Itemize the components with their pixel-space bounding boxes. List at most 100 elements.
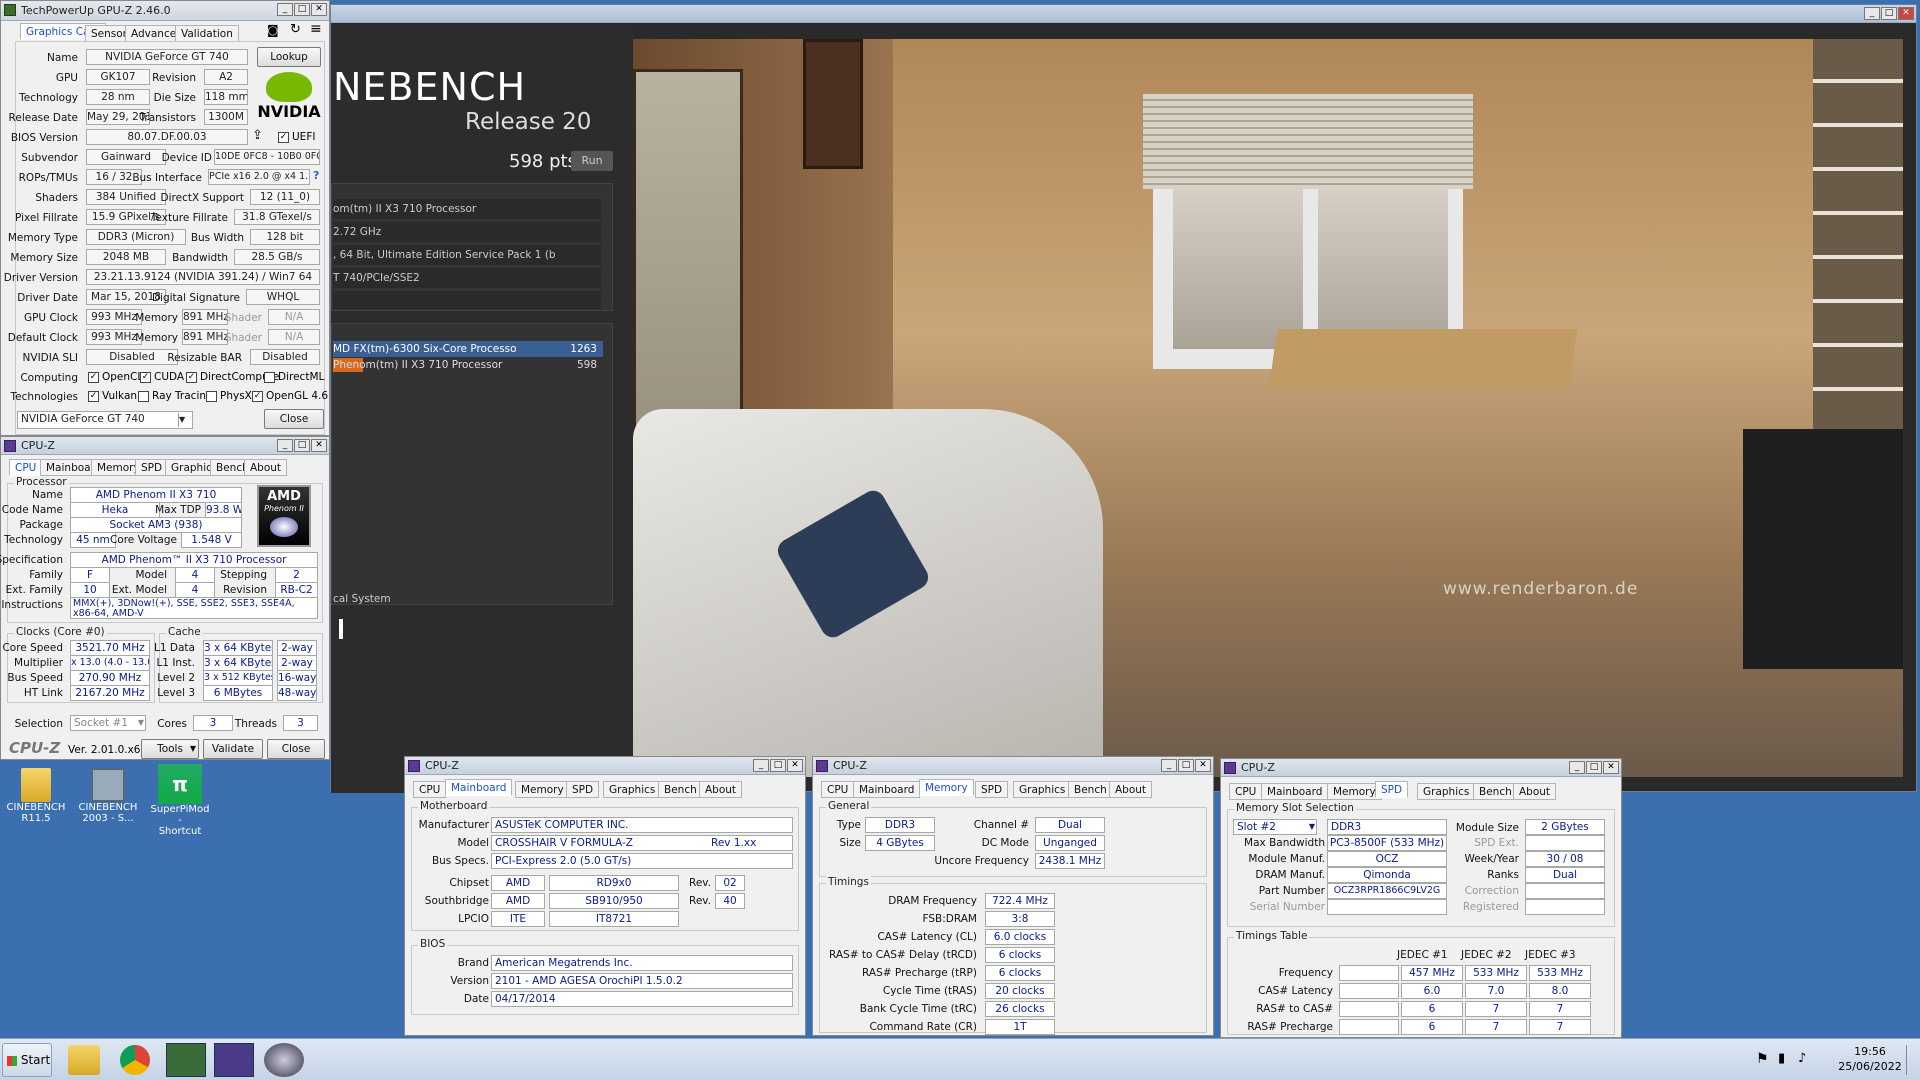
mb-manufacturer: ASUSTeK COMPUTER INC. [491,817,793,833]
close-button[interactable]: ✕ [787,759,803,772]
taskbar-chrome-icon[interactable] [120,1045,150,1075]
close-button[interactable]: ✕ [311,439,327,452]
tab-bench[interactable]: Bench [1068,781,1113,798]
minimize-button[interactable]: _ [277,3,293,16]
tab-memory[interactable]: Memory [515,781,570,798]
tab-mainboard[interactable]: Mainboard [1261,783,1329,800]
cpu-max-tdp: 93.8 W [205,502,242,518]
tab-spd[interactable]: SPD [975,781,1009,798]
tab-about[interactable]: About [244,459,288,476]
opengl-checkbox[interactable]: ✓ OpenGL 4.6 [252,390,328,402]
taskbar-cpuz-icon[interactable] [214,1043,254,1077]
tab-memory[interactable]: Memory [1327,783,1382,800]
tab-validation[interactable]: Validation [175,25,239,42]
taskbar-explorer-icon[interactable] [68,1045,100,1075]
tab-cpu[interactable]: CPU [9,459,43,476]
jedec3-cas: 8.0 [1529,983,1591,999]
maximize-button[interactable]: □ [1586,761,1602,774]
maximize-button[interactable]: □ [1178,759,1194,772]
tools-button[interactable]: Tools ▼ [141,739,199,759]
cpuz-titlebar[interactable]: CPU-Z _ □ ✕ [405,757,805,775]
tab-memory[interactable]: Memory [919,779,974,796]
cpuz-close-button[interactable]: Close [267,739,325,759]
taskbar-cinebench-icon[interactable] [264,1043,304,1077]
tab-about[interactable]: About [1109,781,1153,798]
share-icon[interactable]: ⇪ [252,128,263,143]
cpuz-titlebar[interactable]: CPU-Z _ □ ✕ [1221,759,1621,777]
maximize-button[interactable]: □ [294,3,310,16]
uefi-checkbox[interactable]: ✓ UEFI [278,131,315,143]
minimize-button[interactable]: _ [1864,7,1880,20]
network-icon[interactable]: ▮ [1778,1051,1785,1066]
cpuz-icon [408,760,420,772]
refresh-icon[interactable]: ↻ [290,22,301,37]
ray-tracing-checkbox[interactable]: Ray Tracing [138,390,213,402]
desktop-icon-cinebench-r115[interactable]: CINEBENCH R11.5 [4,768,68,824]
maximize-button[interactable]: □ [294,439,310,452]
camera-icon[interactable]: ◙ [267,23,279,37]
tab-spd[interactable]: SPD [135,459,169,476]
minimize-button[interactable]: _ [753,759,769,772]
mb-model-rev: Rev 1.xx [711,837,757,849]
label-sli: NVIDIA SLI [22,352,78,364]
jedec3-frequency: 533 MHz [1529,965,1591,981]
close-button[interactable]: ✕ [1898,7,1914,20]
jedec1-rcd: 6 [1401,1001,1463,1017]
opencl-checkbox[interactable]: ✓ OpenCL [88,371,143,383]
gpu-select-dropdown[interactable]: NVIDIA GeForce GT 740 ▼ [17,411,193,429]
maximize-button[interactable]: □ [1881,7,1897,20]
tab-cpu[interactable]: CPU [821,781,855,798]
desktop-icon-cinebench-2003[interactable]: CINEBENCH 2003 - S... [76,768,140,824]
tab-mainboard[interactable]: Mainboard [853,781,921,798]
tab-spd[interactable]: SPD [566,781,600,798]
clock-date[interactable]: 25/06/2022 [1832,1060,1908,1073]
tab-about[interactable]: About [1513,783,1557,800]
tab-mainboard[interactable]: Mainboard [445,779,513,796]
tab-bench[interactable]: Bench [1473,783,1518,800]
menu-icon[interactable]: ≡ [310,21,322,37]
tab-graphics[interactable]: Graphics [1013,781,1072,798]
slot-select[interactable]: Slot #2 ▼ [1233,819,1317,835]
show-desktop-button[interactable] [1906,1045,1918,1075]
label-uncore: Uncore Frequency [934,855,1029,867]
close-button[interactable]: ✕ [1603,761,1619,774]
gpuz-close-button[interactable]: Close [264,409,324,429]
maximize-button[interactable]: □ [770,759,786,772]
empty-cell [1339,965,1399,981]
socket-select[interactable]: Socket #1 ▼ [70,715,146,731]
minimize-button[interactable]: _ [277,439,293,452]
validate-button[interactable]: Validate [203,739,263,759]
tab-cpu[interactable]: CPU [413,781,447,798]
rank-score: 1263 [570,343,597,355]
clock-time[interactable]: 19:56 [1840,1045,1900,1058]
minimize-button[interactable]: _ [1161,759,1177,772]
physx-checkbox[interactable]: PhysX [206,390,252,402]
taskbar-gpuz-icon[interactable] [166,1043,206,1077]
mb-chipset-model: RD9x0 [549,875,679,891]
gpuz-titlebar[interactable]: TechPowerUp GPU-Z 2.46.0 _ □ ✕ [1,1,329,21]
start-button[interactable]: Start [2,1043,52,1077]
volume-icon[interactable]: ♪ [1798,1051,1806,1066]
cpuz-titlebar[interactable]: CPU-Z _ □ ✕ [813,757,1213,775]
tab-graphics[interactable]: Graphics [603,781,662,798]
help-icon[interactable]: ? [313,169,319,182]
cinebench-titlebar[interactable]: _ □ ✕ [331,5,1916,23]
cpuz-titlebar[interactable]: CPU-Z _ □ ✕ [1,437,329,455]
run-button[interactable]: Run [571,151,613,171]
lookup-button[interactable]: Lookup [257,47,321,67]
tab-spd[interactable]: SPD [1375,781,1409,798]
desktop-icon-superpi[interactable]: π SuperPiMod - Shortcut [148,764,212,837]
label-bios-brand: Brand [457,957,489,969]
close-button[interactable]: ✕ [311,3,327,16]
flag-icon[interactable]: ⚑ [1756,1051,1769,1067]
minimize-button[interactable]: _ [1569,761,1585,774]
cpuz-mainboard-window: CPU-Z _ □ ✕ CPU Mainboard Memory SPD Graph… [404,756,806,1036]
close-button[interactable]: ✕ [1195,759,1211,772]
tab-cpu[interactable]: CPU [1229,783,1263,800]
tab-bench[interactable]: Bench [658,781,703,798]
tab-graphics[interactable]: Graphics [1417,783,1476,800]
tab-about[interactable]: About [699,781,743,798]
vulkan-checkbox[interactable]: ✓ Vulkan [88,390,137,402]
cuda-checkbox[interactable]: ✓ CUDA [140,371,184,383]
directml-checkbox[interactable]: DirectML [264,371,324,383]
